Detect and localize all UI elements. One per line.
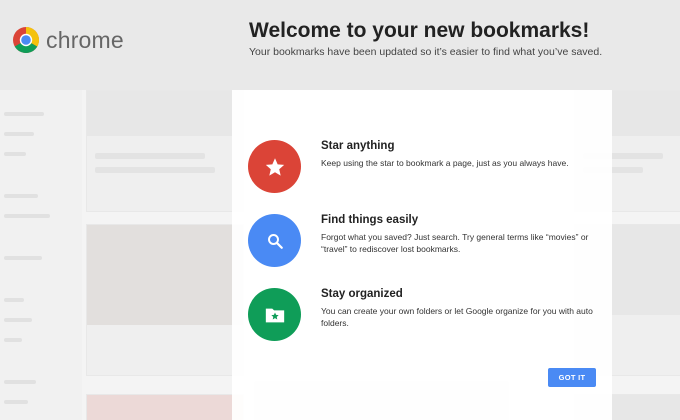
page-subtitle: Your bookmarks have been updated so it’s… xyxy=(249,46,603,58)
background-sidebar-line xyxy=(4,214,50,218)
brand-name: chrome xyxy=(46,26,124,53)
background-card xyxy=(86,90,244,212)
chrome-logo: chrome xyxy=(12,26,124,54)
folder-star-icon xyxy=(265,308,284,322)
background-sidebar-line xyxy=(4,152,26,156)
feature-title: Find things easily xyxy=(321,214,419,226)
feature-title: Stay organized xyxy=(321,288,403,300)
background-sidebar-line xyxy=(4,194,38,198)
background-sidebar-line xyxy=(4,338,22,342)
background-card-thumbnail xyxy=(87,225,243,325)
welcome-header: chrome Welcome to your new bookmarks! Yo… xyxy=(0,0,680,90)
background-sidebar-line xyxy=(4,318,32,322)
background-card xyxy=(86,224,244,376)
feature-description: Keep using the star to bookmark a page, … xyxy=(321,158,569,168)
feature-stay-organized: Stay organized You can create your own f… xyxy=(248,288,608,342)
feature-description: Forgot what you saved? Just search. Try … xyxy=(321,232,589,254)
background-sidebar-line xyxy=(4,298,24,302)
background-sidebar xyxy=(0,90,82,420)
got-it-button[interactable]: GOT IT xyxy=(548,368,596,387)
page-title: Welcome to your new bookmarks! xyxy=(249,19,590,42)
background-card-title xyxy=(95,153,205,159)
search-icon xyxy=(267,233,283,249)
feature-description: You can create your own folders or let G… xyxy=(321,306,593,328)
star-icon xyxy=(265,157,284,176)
background-sidebar-line xyxy=(4,112,44,116)
background-sidebar-line xyxy=(4,380,36,384)
feature-icon-circle xyxy=(248,288,301,341)
feature-title: Star anything xyxy=(321,140,395,152)
feature-star-anything: Star anything Keep using the star to boo… xyxy=(248,140,608,194)
chrome-icon xyxy=(13,27,40,54)
background-card-title xyxy=(95,167,215,173)
background-card xyxy=(86,394,244,420)
background-card-thumbnail xyxy=(87,395,243,420)
background-sidebar-line xyxy=(4,256,42,260)
feature-find-things-easily: Find things easily Forgot what you saved… xyxy=(248,214,608,268)
background-card-thumbnail xyxy=(87,91,243,136)
background-sidebar-line xyxy=(4,132,34,136)
feature-icon-circle xyxy=(248,140,301,193)
background-sidebar-line xyxy=(4,400,28,404)
feature-icon-circle xyxy=(248,214,301,267)
